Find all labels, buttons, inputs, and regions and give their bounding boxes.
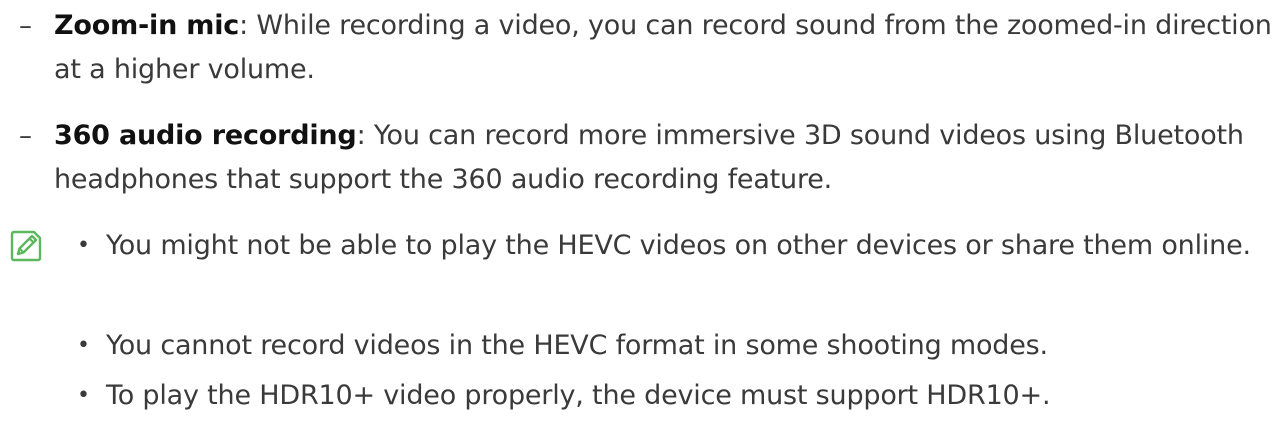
note-item-text: You cannot record videos in the HEVC for… bbox=[106, 330, 1048, 361]
option-text: 360 audio recording: You can record more… bbox=[54, 114, 1274, 202]
bullet-marker: • bbox=[77, 333, 90, 358]
option-text: Zoom-in mic: While recording a video, yo… bbox=[54, 4, 1274, 92]
option-term: 360 audio recording bbox=[54, 120, 357, 151]
dash-marker: – bbox=[19, 11, 32, 41]
note-item-text: To play the HDR10+ video properly, the d… bbox=[106, 380, 1051, 411]
note-item-text: You might not be able to play the HEVC v… bbox=[106, 230, 1251, 261]
option-term: Zoom-in mic bbox=[54, 10, 240, 41]
bullet-marker: • bbox=[77, 383, 90, 408]
bullet-marker: • bbox=[77, 233, 90, 258]
dash-marker: – bbox=[19, 121, 32, 151]
note-pencil-icon bbox=[9, 229, 43, 263]
